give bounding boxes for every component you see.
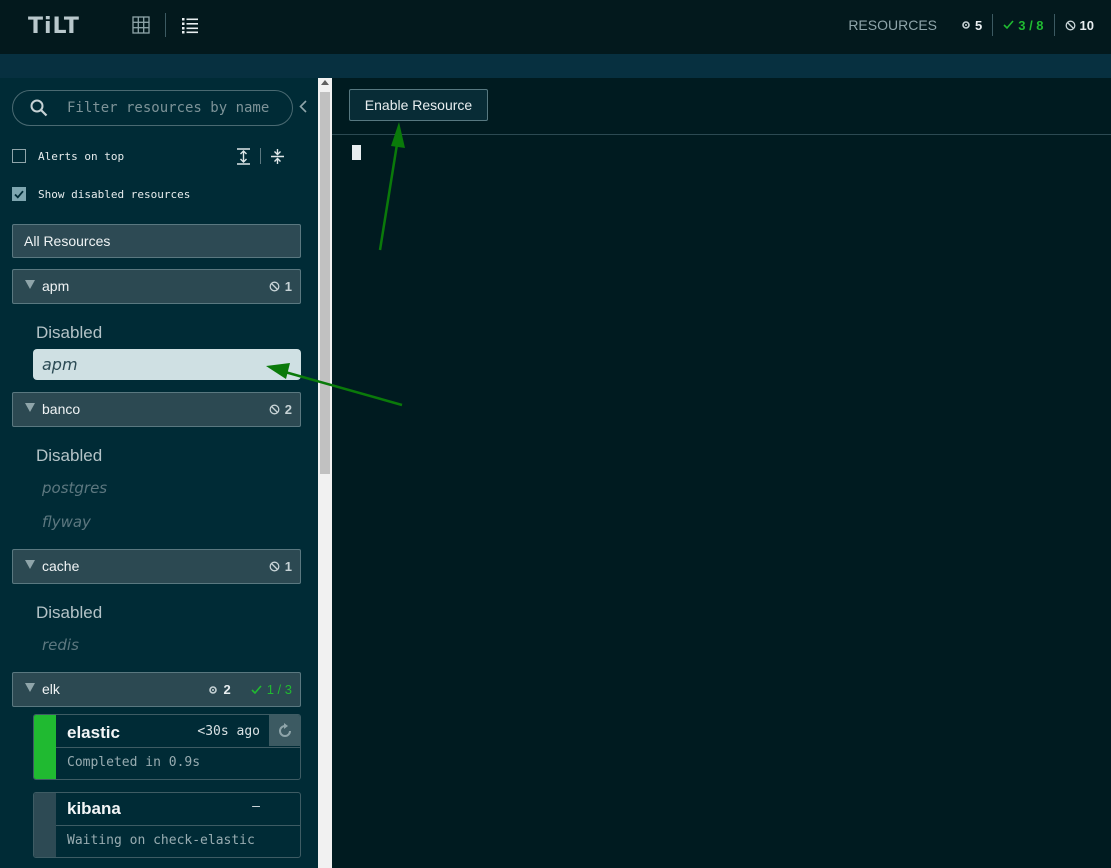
build-status: Completed in 0.9s <box>67 755 201 770</box>
resource-item-flyway[interactable]: flyway <box>42 513 91 531</box>
group-disabled-count: 2 <box>284 402 292 417</box>
resource-filter <box>12 90 293 126</box>
list-view-icon[interactable] <box>181 16 199 34</box>
disabled-section-label: Disabled <box>36 323 103 342</box>
checkmark-icon <box>14 190 24 199</box>
alerts-on-top-checkbox[interactable] <box>12 149 26 163</box>
group-disabled-badge: 1 <box>269 559 292 574</box>
group-cache[interactable]: cache 1 <box>12 549 301 584</box>
disabled-stat: 10 <box>1053 14 1094 36</box>
healthy-ratio: 3 / 8 <box>1018 17 1044 33</box>
disabled-icon <box>269 404 280 415</box>
chevron-down-icon <box>25 403 35 412</box>
group-disabled-badge: 1 <box>269 279 292 294</box>
collapse-all-icon[interactable] <box>270 148 285 165</box>
disabled-icon <box>269 281 280 292</box>
resource-name: elastic <box>67 723 120 742</box>
view-separator <box>165 13 166 37</box>
group-name: apm <box>42 278 70 294</box>
healthy-stat: 3 / 8 <box>992 14 1053 36</box>
icon-separator <box>260 148 261 164</box>
group-disabled-count: 1 <box>284 559 292 574</box>
resource-status-summary: RESOURCES 5 3 / 8 10 <box>848 14 1094 36</box>
search-input[interactable] <box>65 98 284 118</box>
group-apm[interactable]: apm 1 <box>12 269 301 304</box>
log-cursor <box>352 145 361 160</box>
disabled-section-label: Disabled <box>36 446 103 465</box>
group-banco[interactable]: banco 2 <box>12 392 301 427</box>
gear-icon <box>962 21 970 29</box>
group-elk[interactable]: elk 2 1 / 3 <box>12 672 301 707</box>
enable-resource-button[interactable]: Enable Resource <box>349 89 488 121</box>
disabled-icon <box>269 561 280 572</box>
resource-item-apm[interactable]: apm <box>33 349 301 380</box>
alerts-on-top-label: Alerts on top <box>38 149 125 163</box>
log-pane <box>332 78 1111 868</box>
chevron-down-icon <box>25 560 35 569</box>
trigger-update-button[interactable] <box>269 715 300 746</box>
group-name: elk <box>42 681 60 697</box>
building-stat: 5 <box>951 18 992 33</box>
resource-item-label: apm <box>42 355 78 374</box>
grid-view-icon[interactable] <box>132 16 150 34</box>
card-divider <box>56 825 300 826</box>
group-disabled-badge: 2 <box>269 402 292 417</box>
show-disabled-checkbox[interactable] <box>12 187 26 201</box>
chevron-down-icon <box>25 280 35 289</box>
gear-icon <box>209 685 218 694</box>
tilt-logo[interactable]: TiLT <box>28 14 80 39</box>
check-icon <box>251 684 262 694</box>
build-status: Waiting on check-elastic <box>67 833 255 848</box>
last-update-time: <30s ago <box>197 724 260 739</box>
resource-item-redis[interactable]: redis <box>42 636 79 654</box>
group-name: cache <box>42 558 80 574</box>
refresh-icon <box>278 722 291 737</box>
sidebar-scroll-thumb[interactable] <box>320 92 330 474</box>
group-status-badges: 2 1 / 3 <box>208 682 292 697</box>
group-building-count: 2 <box>223 682 231 697</box>
resources-label: RESOURCES <box>848 17 937 33</box>
group-name: banco <box>42 401 81 417</box>
show-disabled-label: Show disabled resources <box>38 187 191 201</box>
log-pane-divider <box>332 134 1111 135</box>
last-update-time: – <box>252 799 260 814</box>
group-healthy-ratio: 1 / 3 <box>266 682 292 697</box>
status-stripe <box>34 793 56 857</box>
expand-all-icon[interactable] <box>236 148 251 165</box>
top-subbar <box>0 54 1111 78</box>
collapse-sidebar-icon[interactable] <box>299 100 307 113</box>
building-count: 5 <box>975 17 983 33</box>
disabled-section-label: Disabled <box>36 603 103 622</box>
show-disabled-option[interactable]: Show disabled resources <box>12 187 190 201</box>
search-icon <box>30 99 48 117</box>
disabled-icon <box>1065 20 1075 30</box>
group-disabled-count: 1 <box>284 279 292 294</box>
resource-item-postgres[interactable]: postgres <box>42 479 107 497</box>
all-resources-label: All Resources <box>24 233 111 249</box>
stripe-divider <box>34 747 56 748</box>
resource-card-elastic[interactable]: elastic <30s ago Completed in 0.9s <box>33 714 301 780</box>
alerts-on-top-option[interactable]: Alerts on top <box>12 149 124 163</box>
resource-card-kibana[interactable]: kibana – Waiting on check-elastic <box>33 792 301 858</box>
card-divider <box>56 747 300 748</box>
all-resources-button[interactable]: All Resources <box>12 224 301 258</box>
disabled-count: 10 <box>1079 17 1094 33</box>
resource-name: kibana <box>67 799 121 818</box>
check-icon <box>1003 20 1014 30</box>
chevron-down-icon <box>25 683 35 692</box>
scroll-up-arrow[interactable] <box>321 80 329 85</box>
